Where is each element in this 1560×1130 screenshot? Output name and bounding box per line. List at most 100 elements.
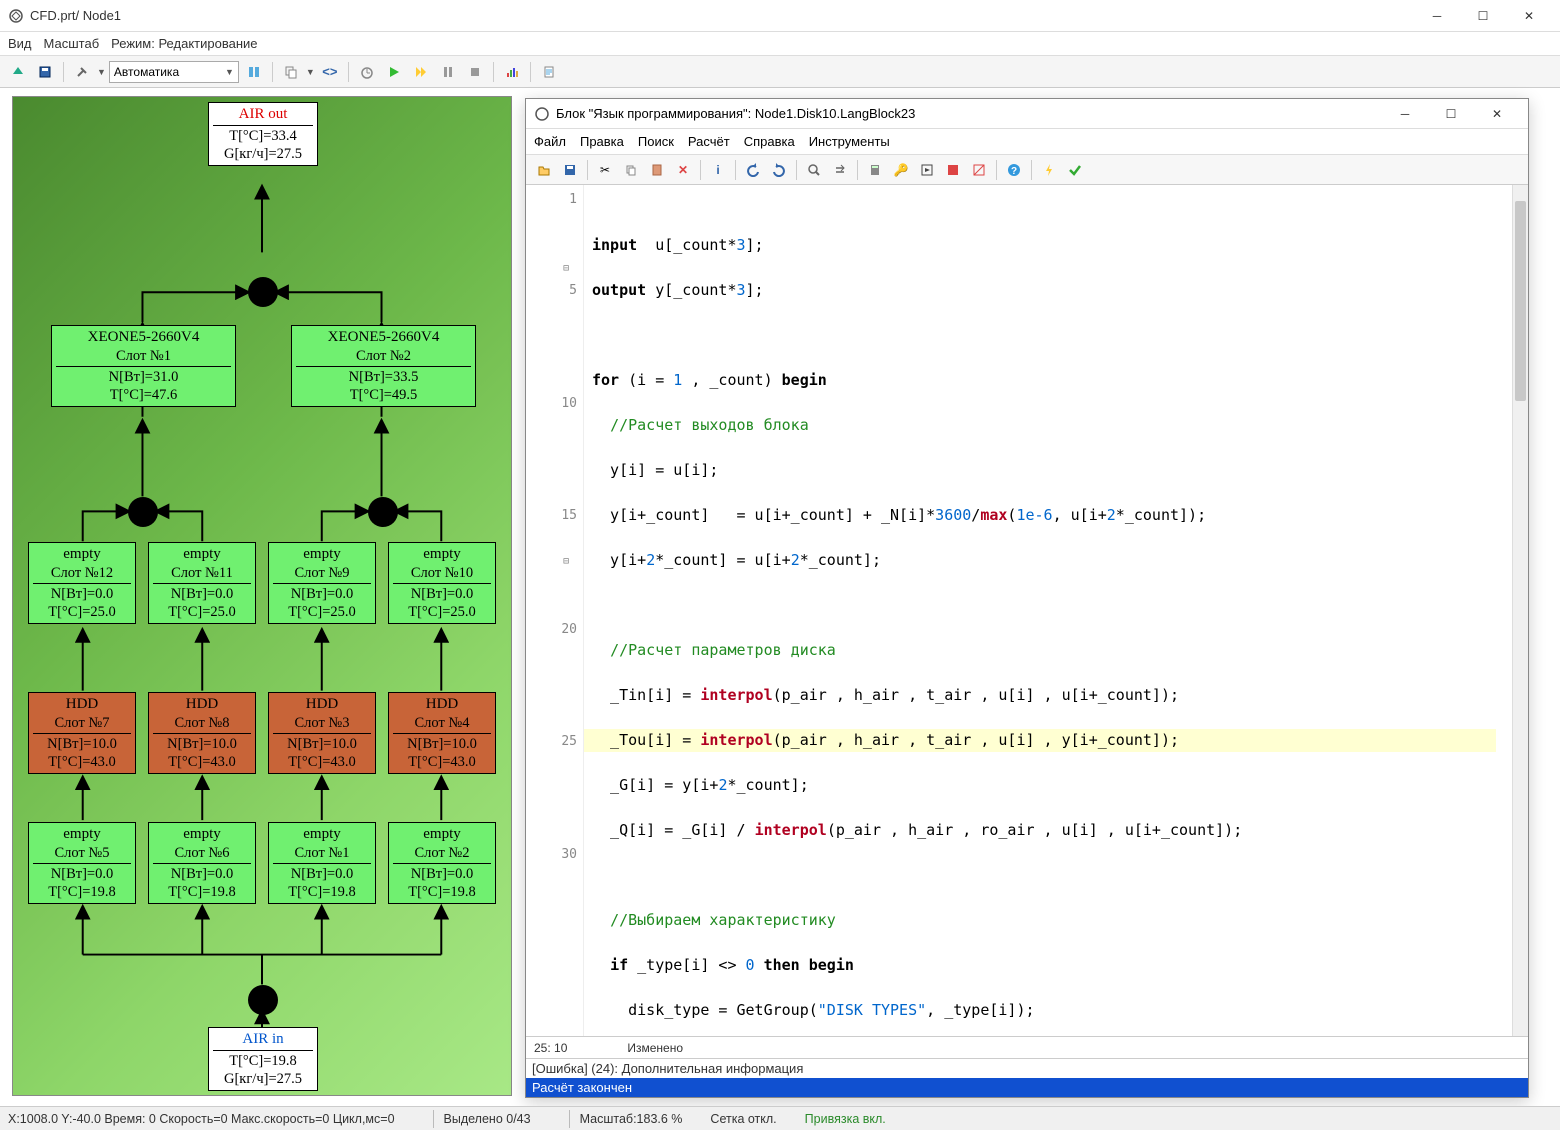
undo-icon[interactable] — [741, 158, 765, 182]
editor-icon — [534, 106, 550, 122]
editor-status-row: 25: 10 Изменено — [526, 1036, 1528, 1058]
copy-icon[interactable] — [619, 158, 643, 182]
node-empty-1[interactable]: empty Слот №1 N[Вт]=0.0 T[°C]=19.8 — [268, 822, 376, 904]
node-empty-12[interactable]: empty Слот №12 N[Вт]=0.0 T[°C]=25.0 — [28, 542, 136, 624]
check-icon[interactable] — [1063, 158, 1087, 182]
document-button[interactable] — [537, 60, 561, 84]
editor-title: Блок "Язык программирования": Node1.Disk… — [556, 106, 1382, 121]
editor-menu-search[interactable]: Поиск — [638, 134, 674, 149]
tools-button[interactable] — [70, 60, 94, 84]
cut-icon[interactable]: ✂ — [593, 158, 617, 182]
air-out-g: G[кг/ч]=27.5 — [213, 145, 313, 163]
status-selection: Выделено 0/43 — [444, 1112, 531, 1126]
redo-icon[interactable] — [767, 158, 791, 182]
timer-button[interactable] — [355, 60, 379, 84]
status-snap: Привязка вкл. — [805, 1112, 886, 1126]
merge-node-left[interactable] — [128, 497, 158, 527]
main-toolbar: ▼ Автоматика ▼ ▼ <> — [0, 56, 1560, 88]
air-in-title: AIR in — [213, 1030, 313, 1049]
merge-node-top[interactable] — [248, 277, 278, 307]
nobreakpoint-icon[interactable] — [967, 158, 991, 182]
cursor-pos: 25: 10 — [534, 1041, 567, 1055]
flow-diagram[interactable]: AIR out T[°C]=33.4 G[кг/ч]=27.5 XEONE5-2… — [12, 96, 512, 1096]
replace-icon[interactable] — [828, 158, 852, 182]
code-button[interactable]: <> — [318, 60, 342, 84]
up-button[interactable] — [6, 60, 30, 84]
editor-menu-help[interactable]: Справка — [744, 134, 795, 149]
node-empty-2[interactable]: empty Слот №2 N[Вт]=0.0 T[°C]=19.8 — [388, 822, 496, 904]
editor-titlebar[interactable]: Блок "Язык программирования": Node1.Disk… — [526, 99, 1528, 129]
menu-scale[interactable]: Масштаб — [44, 36, 100, 51]
node-empty-6[interactable]: empty Слот №6 N[Вт]=0.0 T[°C]=19.8 — [148, 822, 256, 904]
editor-scrollbar[interactable] — [1512, 185, 1528, 1036]
node-air-in[interactable]: AIR in T[°C]=19.8 G[кг/ч]=27.5 — [208, 1027, 318, 1091]
editor-menu-calc[interactable]: Расчёт — [688, 134, 730, 149]
open-icon[interactable] — [532, 158, 556, 182]
play-button[interactable] — [382, 60, 406, 84]
node-hdd-3[interactable]: HDD Слот №3 N[Вт]=10.0 T[°C]=43.0 — [268, 692, 376, 774]
window-title: CFD.prt/ Node1 — [30, 8, 1414, 23]
node-xeon-2[interactable]: XEONE5-2660V4 Слот №2 N[Вт]=33.5 T[°C]=4… — [291, 325, 476, 407]
combo-value: Автоматика — [114, 65, 179, 79]
node-xeon-1[interactable]: XEONE5-2660V4 Слот №1 N[Вт]=31.0 T[°C]=4… — [51, 325, 236, 407]
pause-button[interactable] — [436, 60, 460, 84]
app-icon — [8, 8, 24, 24]
chevron-down-icon: ▼ — [225, 67, 234, 77]
breakpoint-icon[interactable] — [941, 158, 965, 182]
status-zoom: Масштаб:183.6 % — [580, 1112, 683, 1126]
air-in-t: T[°C]=19.8 — [213, 1052, 313, 1070]
code-area[interactable]: 1 ⊟ 5 10 15 ⊟ 20 25 30 input u[_count*3]… — [526, 185, 1528, 1036]
node-empty-11[interactable]: empty Слот №11 N[Вт]=0.0 T[°C]=25.0 — [148, 542, 256, 624]
code-editor-window: Блок "Язык программирования": Node1.Disk… — [525, 98, 1529, 1098]
editor-menu-edit[interactable]: Правка — [580, 134, 624, 149]
help-icon[interactable]: ? — [1002, 158, 1026, 182]
chart-button[interactable] — [500, 60, 524, 84]
close-button[interactable]: ✕ — [1506, 1, 1552, 31]
stop-button[interactable] — [463, 60, 487, 84]
node-hdd-4[interactable]: HDD Слот №4 N[Вт]=10.0 T[°C]=43.0 — [388, 692, 496, 774]
editor-menu-file[interactable]: Файл — [534, 134, 566, 149]
key-icon[interactable]: 🔑 — [889, 158, 913, 182]
editor-close-button[interactable]: ✕ — [1474, 99, 1520, 129]
air-in-g: G[кг/ч]=27.5 — [213, 1070, 313, 1088]
node-empty-10[interactable]: empty Слот №10 N[Вт]=0.0 T[°C]=25.0 — [388, 542, 496, 624]
modified-label: Изменено — [627, 1041, 683, 1055]
info-icon[interactable]: i — [706, 158, 730, 182]
code-text[interactable]: input u[_count*3]; output y[_count*3]; f… — [584, 185, 1512, 1036]
editor-minimize-button[interactable]: ─ — [1382, 99, 1428, 129]
calculator-icon[interactable] — [863, 158, 887, 182]
done-message[interactable]: Расчёт закончен — [526, 1078, 1528, 1097]
delete-icon[interactable]: ✕ — [671, 158, 695, 182]
node-empty-5[interactable]: empty Слот №5 N[Вт]=0.0 T[°C]=19.8 — [28, 822, 136, 904]
editor-menu-tools[interactable]: Инструменты — [809, 134, 890, 149]
mode-combo[interactable]: Автоматика ▼ — [109, 61, 239, 83]
editor-toolbar: ✂ ✕ i 🔑 ? — [526, 155, 1528, 185]
maximize-button[interactable]: ☐ — [1460, 1, 1506, 31]
minimize-button[interactable]: ─ — [1414, 1, 1460, 31]
node-hdd-8[interactable]: HDD Слот №8 N[Вт]=10.0 T[°C]=43.0 — [148, 692, 256, 774]
menu-view[interactable]: Вид — [8, 36, 32, 51]
menu-mode[interactable]: Режим: Редактирование — [111, 36, 257, 51]
air-out-t: T[°C]=33.4 — [213, 127, 313, 145]
node-hdd-7[interactable]: HDD Слот №7 N[Вт]=10.0 T[°C]=43.0 — [28, 692, 136, 774]
editor-maximize-button[interactable]: ☐ — [1428, 99, 1474, 129]
fastforward-button[interactable] — [409, 60, 433, 84]
main-menubar: Вид Масштаб Режим: Редактирование — [0, 32, 1560, 56]
save-button[interactable] — [33, 60, 57, 84]
copy-button[interactable] — [279, 60, 303, 84]
find-icon[interactable] — [802, 158, 826, 182]
paste-icon[interactable] — [645, 158, 669, 182]
main-titlebar: CFD.prt/ Node1 ─ ☐ ✕ — [0, 0, 1560, 32]
run-icon[interactable] — [915, 158, 939, 182]
air-out-title: AIR out — [213, 105, 313, 124]
lightning-icon[interactable] — [1037, 158, 1061, 182]
node-empty-9[interactable]: empty Слот №9 N[Вт]=0.0 T[°C]=25.0 — [268, 542, 376, 624]
status-coords: X:1008.0 Y:-40.0 Время: 0 Скорость=0 Мак… — [8, 1112, 395, 1126]
split-node-bottom[interactable] — [248, 985, 278, 1015]
save-icon[interactable] — [558, 158, 582, 182]
status-grid: Сетка откл. — [710, 1112, 776, 1126]
merge-node-right[interactable] — [368, 497, 398, 527]
error-message[interactable]: [Ошибка] (24): Дополнительная информация — [526, 1058, 1528, 1078]
align-button[interactable] — [242, 60, 266, 84]
node-air-out[interactable]: AIR out T[°C]=33.4 G[кг/ч]=27.5 — [208, 102, 318, 166]
